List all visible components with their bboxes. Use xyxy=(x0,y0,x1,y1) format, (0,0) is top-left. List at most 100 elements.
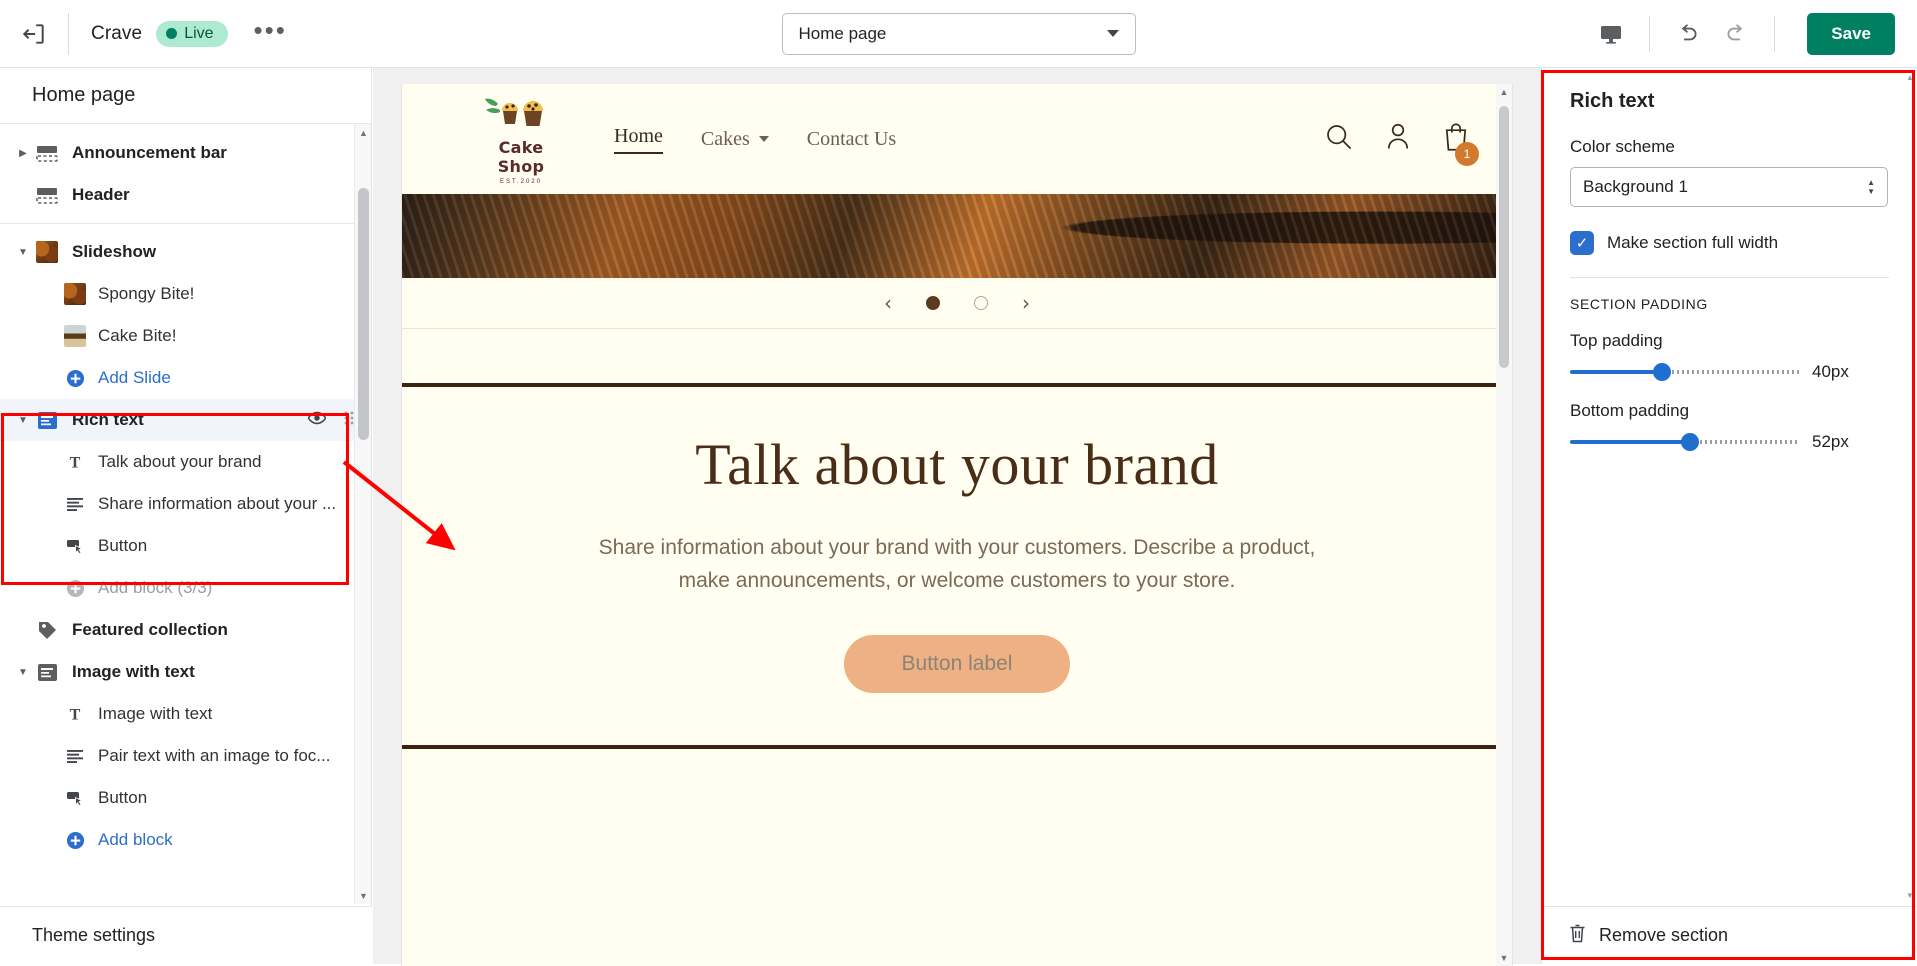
chevron-down-icon[interactable]: ▼ xyxy=(14,247,32,258)
scroll-down-arrow-icon[interactable]: ▼ xyxy=(355,887,371,904)
undo-button[interactable] xyxy=(1664,10,1712,58)
top-padding-label: Top padding xyxy=(1570,331,1663,350)
account-icon[interactable] xyxy=(1384,122,1412,157)
sidebar-item-image-with-text[interactable]: ▼ Image with text xyxy=(0,651,371,693)
theme-settings-button[interactable]: Theme settings xyxy=(0,906,372,964)
chevron-right-icon[interactable]: › xyxy=(1022,291,1030,315)
slideshow-dot-1[interactable] xyxy=(926,296,940,310)
svg-text:T: T xyxy=(70,455,81,472)
settings-scrollbar[interactable]: ▲ ▼ xyxy=(1903,68,1917,904)
sidebar-item-slideshow[interactable]: ▼ Slideshow xyxy=(0,231,371,273)
sidebar-block-talk-about-your-brand[interactable]: T Talk about your brand xyxy=(0,441,371,483)
live-badge-label: Live xyxy=(184,24,214,42)
preview-scroll-up-arrow-icon[interactable]: ▲ xyxy=(1496,84,1512,100)
trash-icon xyxy=(1568,923,1587,949)
sidebar-item-featured-collection[interactable]: Featured collection xyxy=(0,609,371,651)
exit-editor-button[interactable] xyxy=(0,0,68,68)
sidebar-block-button[interactable]: Button xyxy=(0,525,371,567)
sidebar-page-title: Home page xyxy=(0,68,371,124)
sidebar-item-label: Header xyxy=(72,185,130,204)
slideshow-dot-2[interactable] xyxy=(974,296,988,310)
chevron-down-icon[interactable]: ▼ xyxy=(14,415,32,426)
redo-button[interactable] xyxy=(1712,10,1760,58)
preview-scrollbar-thumb[interactable] xyxy=(1499,106,1509,368)
sidebar-item-label: Announcement bar xyxy=(72,143,227,162)
chevron-down-icon xyxy=(1106,30,1119,37)
sidebar-block-pair-text[interactable]: Pair text with an image to foc... xyxy=(0,735,371,777)
sidebar-item-label: Add block (3/3) xyxy=(98,578,213,597)
announcement-bar-icon xyxy=(32,142,62,164)
chevron-down-icon[interactable]: ▼ xyxy=(14,667,32,678)
sidebar-block-button-2[interactable]: Button xyxy=(0,777,371,819)
search-icon[interactable] xyxy=(1324,122,1354,157)
sidebar-item-label: Button xyxy=(98,788,148,807)
nav-link-label: Contact Us xyxy=(806,127,897,150)
settings-scroll-up-arrow-icon[interactable]: ▲ xyxy=(1903,70,1917,84)
eye-icon[interactable] xyxy=(307,411,327,430)
settings-scroll-area: Rich text Color scheme Background 1 ▲ ▼ ✓… xyxy=(1542,68,1917,904)
sidebar-item-header[interactable]: Header xyxy=(0,174,371,216)
sidebar-block-image-with-text[interactable]: T Image with text xyxy=(0,693,371,735)
color-scheme-value: Background 1 xyxy=(1583,177,1688,196)
sidebar-add-block-image-with-text[interactable]: Add block xyxy=(0,819,371,861)
rich-text-heading: Talk about your brand xyxy=(695,432,1219,497)
bottom-padding-label: Bottom padding xyxy=(1570,401,1690,420)
top-padding-slider[interactable] xyxy=(1570,363,1800,381)
sidebar-item-label: Add Slide xyxy=(98,368,171,387)
remove-section-label: Remove section xyxy=(1599,925,1729,945)
sidebar-item-announcement-bar[interactable]: ▶ Announcement bar xyxy=(0,132,371,174)
rich-text-section[interactable]: Talk about your brand Share information … xyxy=(402,387,1512,745)
rich-text-body: Share information about your brand with … xyxy=(598,536,1316,592)
live-dot-icon xyxy=(166,28,178,39)
preview-gap xyxy=(402,329,1512,383)
top-padding-slider-row: 40px xyxy=(1570,362,1889,382)
sidebar-item-label: Spongy Bite! xyxy=(98,284,195,303)
sidebar-block-share-information[interactable]: Share information about your ... xyxy=(0,483,371,525)
header-icon xyxy=(32,184,62,206)
full-width-checkbox[interactable]: ✓ xyxy=(1570,231,1594,255)
remove-section-button[interactable]: Remove section xyxy=(1542,906,1917,964)
chevron-left-icon[interactable]: ‹ xyxy=(884,291,892,315)
plus-circle-icon xyxy=(62,367,88,389)
nav-link-home[interactable]: Home xyxy=(614,125,663,154)
more-options-button[interactable]: ••• xyxy=(248,17,293,49)
sidebar-scrollbar-thumb[interactable] xyxy=(358,188,369,440)
theme-settings-label: Theme settings xyxy=(32,925,156,945)
paragraph-icon xyxy=(62,745,88,767)
nav-link-cakes[interactable]: Cakes xyxy=(701,128,769,151)
page-selector[interactable]: Home page xyxy=(781,12,1136,55)
sidebar-item-spongy-bite[interactable]: Spongy Bite! xyxy=(0,273,371,315)
chevron-right-icon[interactable]: ▶ xyxy=(14,148,32,159)
color-scheme-select[interactable]: Background 1 ▲ ▼ xyxy=(1570,167,1888,207)
page-selector-value: Home page xyxy=(798,23,887,43)
preview-device-button[interactable] xyxy=(1587,10,1635,58)
scroll-up-arrow-icon[interactable]: ▲ xyxy=(355,124,371,141)
nav-link-label: Cakes xyxy=(700,127,750,150)
store-logo[interactable]: Cake Shop EST.2020 xyxy=(478,94,564,185)
sidebar-item-cake-bite[interactable]: Cake Bite! xyxy=(0,315,371,357)
bottom-padding-slider[interactable] xyxy=(1570,433,1800,451)
top-bar: Crave Live ••• Home page Save xyxy=(0,0,1917,68)
cart-button[interactable]: 1 xyxy=(1442,121,1479,166)
save-button[interactable]: Save xyxy=(1807,13,1895,55)
full-width-label: Make section full width xyxy=(1607,233,1779,252)
status-badge: Live xyxy=(156,20,228,47)
image-with-text-icon xyxy=(32,661,62,683)
rich-text-button[interactable]: Button label xyxy=(843,635,1071,694)
spinner-arrows-icon: ▲ ▼ xyxy=(1867,177,1875,196)
sidebar-item-rich-text[interactable]: ▼ Rich text xyxy=(0,399,371,441)
sidebar-add-block-rich-text[interactable]: Add block (3/3) xyxy=(0,567,371,609)
sidebar-add-slide-button[interactable]: Add Slide xyxy=(0,357,371,399)
sidebar-item-label: Cake Bite! xyxy=(98,326,177,345)
nav-link-contact-us[interactable]: Contact Us xyxy=(807,128,896,151)
settings-scroll-down-arrow-icon[interactable]: ▼ xyxy=(1903,888,1917,902)
sidebar-item-label: Image with text xyxy=(72,662,195,681)
preview-scrollbar[interactable]: ▲ ▼ xyxy=(1496,84,1512,966)
full-width-checkbox-row[interactable]: ✓ Make section full width xyxy=(1570,231,1889,255)
slide-thumb-cake-icon xyxy=(62,325,88,347)
sidebar-scrollbar[interactable]: ▲ ▼ xyxy=(354,124,371,904)
paragraph-icon xyxy=(62,493,88,515)
preview-area: Cake Shop EST.2020 Home Cakes Contact Us xyxy=(373,68,1541,966)
sidebar-item-label: Pair text with an image to foc... xyxy=(98,746,331,765)
storefront-header: Cake Shop EST.2020 Home Cakes Contact Us xyxy=(402,84,1512,194)
